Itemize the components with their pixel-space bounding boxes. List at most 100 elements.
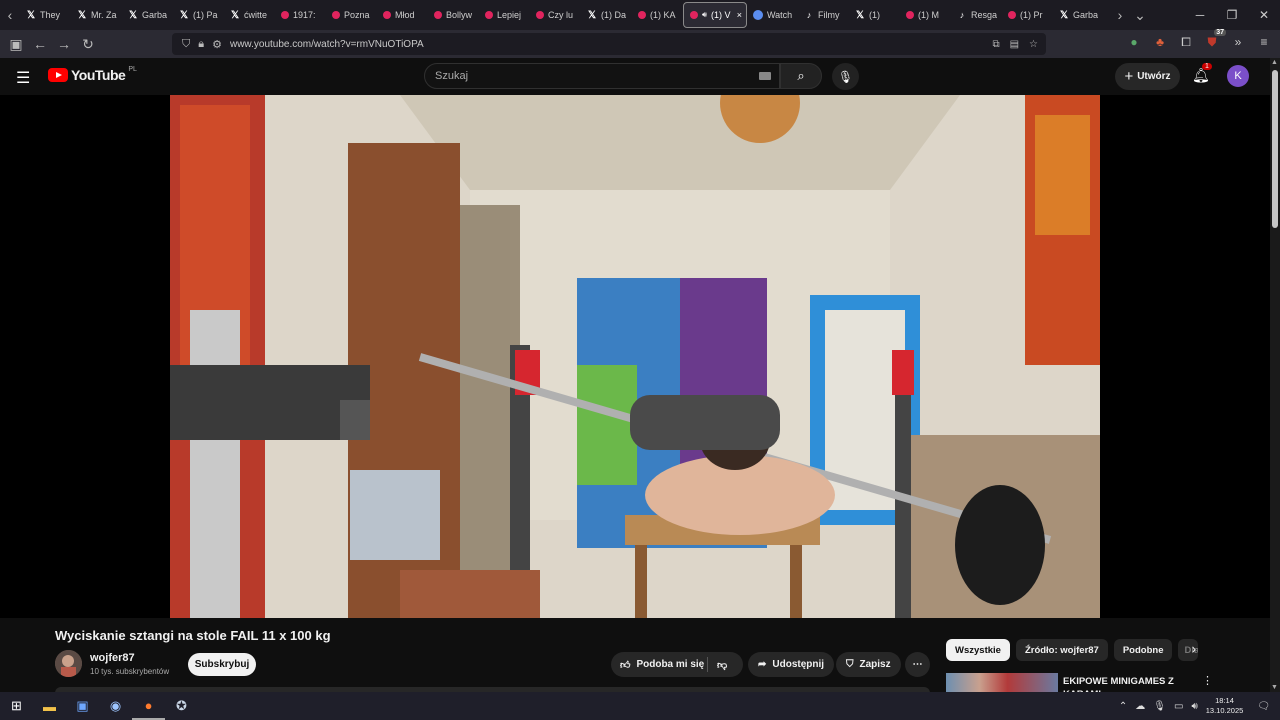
browser-tab[interactable]: 𝕏 Garba	[1053, 2, 1104, 28]
browser-tab[interactable]: 𝕏 (1) Pa	[173, 2, 224, 28]
speaker-icon[interactable]: 🔊︎	[702, 10, 707, 20]
tab-scroll-left-button[interactable]: ‹	[0, 0, 20, 30]
tray-overflow-icon[interactable]: ⌃	[1119, 701, 1127, 712]
channel-avatar[interactable]	[55, 650, 82, 677]
bookmark-star-icon[interactable]: ☆	[1029, 39, 1038, 50]
windows-start-icon[interactable]: ⊞	[0, 692, 33, 720]
browser-tab[interactable]: 𝕏 (1) Da	[581, 2, 632, 28]
overflow-chevron-icon[interactable]: »	[1230, 34, 1246, 50]
tab-close-icon[interactable]: ×	[737, 10, 746, 20]
subscribe-button[interactable]: Subskrybuj	[188, 653, 256, 676]
microphone-tray-icon[interactable]: 🎙︎	[1153, 701, 1166, 712]
tab-scroll-right-button[interactable]: ›	[1110, 0, 1130, 30]
more-actions-button[interactable]: ⋯	[905, 652, 930, 677]
account-avatar[interactable]: K	[1227, 65, 1249, 87]
tab-label: Pozna	[344, 10, 370, 20]
browser-tab[interactable]: Pozna	[326, 2, 377, 28]
back-button[interactable]: ←	[28, 32, 52, 56]
clock[interactable]: 18:14 13.10.2025	[1206, 696, 1244, 716]
notification-center-icon[interactable]: 🗨︎	[1257, 701, 1270, 712]
create-button[interactable]: + Utwórz	[1115, 63, 1180, 90]
youtube-logo-text: YouTube	[71, 67, 126, 83]
browser-tab[interactable]: Czy lu	[530, 2, 581, 28]
network-icon[interactable]: ▭	[1174, 701, 1183, 712]
browser-tab[interactable]: 𝕏 Mr. Za	[71, 2, 122, 28]
voice-search-button[interactable]: 🎙︎	[832, 63, 859, 90]
browser-tab[interactable]: 𝕏ćwitte	[224, 2, 275, 28]
vpn-extension-icon[interactable]: ●	[1126, 34, 1142, 50]
app-menu-icon[interactable]: ≡	[1256, 34, 1272, 50]
channel-name[interactable]: wojfer87	[90, 652, 135, 664]
search-input[interactable]: Szukaj	[424, 63, 780, 89]
video-player[interactable]	[0, 95, 1270, 618]
game-app-icon[interactable]: ✪	[165, 692, 198, 720]
restore-button[interactable]: ❐	[1216, 8, 1248, 22]
puzzle-icon[interactable]: ⧠	[1178, 34, 1194, 50]
picture-in-picture-icon[interactable]: ⧉	[992, 39, 999, 50]
steam-icon[interactable]: ◉	[99, 692, 132, 720]
browser-tab[interactable]: (1) KA	[632, 2, 683, 28]
browser-tab[interactable]: Lepiej	[479, 2, 530, 28]
scroll-up-arrow-icon[interactable]: ▲	[1271, 59, 1278, 66]
like-button[interactable]: 👍︎ Podoba mi się	[611, 657, 708, 672]
chip-all[interactable]: Wszystkie	[946, 639, 1010, 661]
recommended-thumbnail[interactable]	[946, 673, 1058, 692]
browser-tab[interactable]: 𝕏 They	[20, 2, 71, 28]
share-button[interactable]: ➦ Udostępnij	[748, 652, 835, 677]
minimize-button[interactable]: ─	[1184, 8, 1216, 22]
browser-tab[interactable]: (1) Pr	[1002, 2, 1053, 28]
shield-icon[interactable]: ⛉	[182, 38, 190, 51]
reader-view-icon[interactable]: ▤	[1010, 39, 1019, 50]
recommended-title[interactable]: EKIPOWE MINIGAMES Z KARAMI	[1063, 675, 1193, 692]
reload-button[interactable]: ↻	[76, 32, 100, 56]
lock-icon[interactable]: 🔒︎	[198, 38, 204, 51]
close-window-button[interactable]: ✕	[1248, 8, 1280, 22]
chips-next-chevron-icon[interactable]: ›	[1192, 642, 1196, 656]
page-scrollbar[interactable]: ▲ ▼	[1270, 58, 1280, 692]
x-icon: 𝕏	[77, 9, 87, 21]
onedrive-icon[interactable]: ☁	[1135, 701, 1145, 712]
scroll-down-arrow-icon[interactable]: ▼	[1271, 684, 1278, 691]
browser-tab[interactable]: Młod	[377, 2, 428, 28]
video-frame[interactable]	[170, 95, 1100, 618]
dislike-button[interactable]: 👎︎	[708, 659, 727, 671]
chip-from-channel[interactable]: Źródło: wojfer87	[1015, 639, 1108, 661]
hamburger-menu-icon[interactable]: ☰	[16, 68, 30, 88]
sidebar-toggle-icon[interactable]: ▣	[4, 32, 28, 56]
browser-tab[interactable]: Watch	[747, 2, 798, 28]
keyboard-icon[interactable]	[759, 72, 771, 80]
app-icon[interactable]: ▣	[66, 692, 99, 720]
bookmark-icon: ⛉	[846, 659, 854, 670]
volume-icon[interactable]: 🔊︎	[1191, 701, 1197, 712]
extension-icon[interactable]: ♣	[1152, 34, 1168, 50]
scrollbar-thumb[interactable]	[1272, 70, 1278, 228]
notifications-button[interactable]: 🔔︎ 1	[1192, 63, 1212, 84]
browser-tab[interactable]: ♪ Filmy	[798, 2, 849, 28]
search-button[interactable]: ⌕	[780, 63, 822, 89]
ublock-icon[interactable]: ⛊ 37	[1204, 29, 1226, 50]
file-explorer-icon[interactable]: ▬	[33, 692, 66, 720]
youtube-icon	[690, 11, 698, 19]
tab-label: Czy lu	[548, 10, 574, 20]
address-bar[interactable]: ⛉ 🔒︎ ⚙ www.youtube.com/watch?v=rmVNuOTiO…	[172, 33, 1046, 55]
browser-tab[interactable]: Bollyw	[428, 2, 479, 28]
browser-tab[interactable]: (1) M	[900, 2, 951, 28]
recommended-video[interactable]: EKIPOWE MINIGAMES Z KARAMI ⋮	[946, 673, 1258, 692]
permissions-icon[interactable]: ⚙	[212, 38, 222, 51]
country-code: PL	[128, 65, 137, 73]
browser-tab[interactable]: 1917:	[275, 2, 326, 28]
forward-button[interactable]: →	[52, 32, 76, 56]
youtube-play-icon	[48, 68, 68, 82]
youtube-logo[interactable]: YouTube PL	[48, 65, 137, 83]
browser-tab[interactable]: 🔊︎ (1) V ×	[683, 2, 747, 28]
recommended-more-icon[interactable]: ⋮	[1202, 674, 1213, 687]
save-button[interactable]: ⛉ Zapisz	[836, 652, 901, 677]
browser-tab[interactable]: 𝕏 Garba	[122, 2, 173, 28]
browser-tab[interactable]: 𝕏 (1)	[849, 2, 900, 28]
url-text[interactable]: www.youtube.com/watch?v=rmVNuOTiOPA	[230, 39, 984, 50]
chip-related[interactable]: Podobne	[1113, 639, 1173, 661]
tab-label: (1) V	[711, 10, 731, 20]
firefox-icon[interactable]: ●	[132, 692, 165, 720]
browser-tab[interactable]: ♪ Resga	[951, 2, 1002, 28]
tab-list-button[interactable]: ⌄	[1130, 0, 1150, 30]
